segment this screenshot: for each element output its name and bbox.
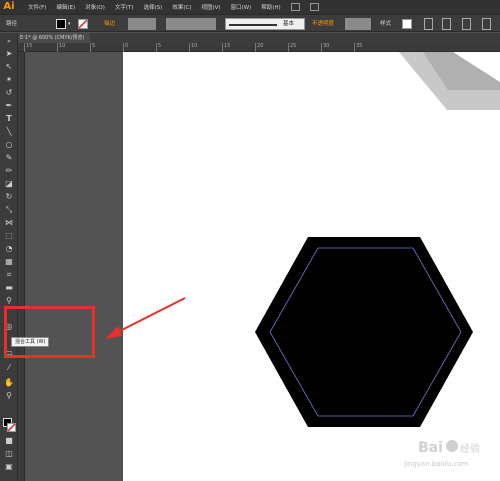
- control-bar: 路径 ▾ 描边 基本 不透明度 样式: [0, 14, 500, 32]
- ellipse-tool-icon[interactable]: ○: [4, 140, 14, 149]
- arrange-documents-icon[interactable]: [309, 3, 319, 11]
- rotate-tool-icon[interactable]: ↻: [4, 192, 14, 201]
- watermark-url: jingyan.baidu.com: [403, 460, 469, 468]
- pen-tool-icon[interactable]: ✒: [4, 101, 14, 110]
- artboard[interactable]: [123, 52, 500, 481]
- type-tool-icon[interactable]: T: [4, 114, 14, 123]
- artwork-canvas: [255, 52, 500, 427]
- pasteboard[interactable]: [25, 52, 123, 481]
- scale-tool-icon[interactable]: ⤡: [4, 205, 14, 214]
- brush-definition-select[interactable]: 基本: [225, 18, 305, 30]
- screen-mode-icon[interactable]: ▣: [4, 462, 14, 471]
- ruler-tick: 15: [222, 43, 230, 52]
- style-label: 样式: [380, 21, 392, 27]
- ruler-tick: 0: [123, 43, 128, 52]
- transform-icon[interactable]: [462, 18, 471, 30]
- graphic-style-swatch[interactable]: [402, 19, 412, 29]
- selection-type-label: 路径: [6, 21, 18, 27]
- menu-edit[interactable]: 编辑(E): [56, 3, 75, 11]
- menu-type[interactable]: 文字(T): [115, 3, 134, 11]
- svg-text:Bai: Bai: [418, 440, 443, 456]
- horizontal-ruler[interactable]: 15 10 5 0 5 10 15 20 25 30 35: [18, 43, 500, 52]
- pencil-tool-icon[interactable]: ✏: [4, 166, 14, 175]
- document-tab[interactable]: E-1* @ 600% (CMYK/预览): [18, 33, 91, 43]
- hand-tool-icon[interactable]: ✋: [4, 378, 14, 387]
- free-transform-tool-icon[interactable]: ⬚: [4, 231, 14, 240]
- draw-mode-icon[interactable]: ◫: [4, 449, 14, 458]
- menu-view[interactable]: 视图(V): [201, 3, 220, 11]
- line-segment-tool-icon[interactable]: ╲: [4, 127, 14, 136]
- watermark-logo: Bai 经验 jingyan.baidu.com: [403, 440, 480, 468]
- ruler-tick: 5: [90, 43, 95, 52]
- stroke-line-preview: [229, 24, 277, 26]
- slice-tool-icon[interactable]: ⁄: [4, 363, 14, 372]
- ruler-tick: 15: [24, 43, 32, 52]
- bridge-icon[interactable]: [290, 3, 300, 11]
- menu-select[interactable]: 选择(S): [144, 3, 163, 11]
- none-slash-icon: [78, 19, 88, 29]
- direct-selection-tool-icon[interactable]: ↖: [4, 62, 14, 71]
- menu-help[interactable]: 帮助(H): [261, 3, 280, 11]
- align-icon[interactable]: [442, 18, 451, 30]
- selection-tool-icon[interactable]: ➤: [4, 49, 14, 58]
- magic-wand-tool-icon[interactable]: ✶: [4, 75, 14, 84]
- recolor-artwork-icon[interactable]: [424, 18, 433, 30]
- ruler-tick: 10: [57, 43, 65, 52]
- eraser-tool-icon[interactable]: ◪: [4, 179, 14, 188]
- none-slash-icon: [7, 423, 16, 432]
- hexagon-shape[interactable]: [255, 237, 473, 427]
- ruler-tick: 10: [189, 43, 197, 52]
- panel-collapse-icon[interactable]: »: [4, 37, 14, 46]
- paintbrush-tool-icon[interactable]: ✎: [4, 153, 14, 162]
- svg-text:经验: 经验: [460, 442, 480, 455]
- menu-effect[interactable]: 效果(C): [172, 3, 191, 11]
- color-mode-icon[interactable]: ■: [4, 436, 14, 445]
- ruler-tick: 30: [321, 43, 329, 52]
- brush-definition-label: 基本: [283, 21, 295, 27]
- highlight-box: [4, 306, 95, 358]
- opacity-field[interactable]: [345, 18, 371, 30]
- menu-object[interactable]: 对象(O): [85, 3, 105, 11]
- panel-menu-icon[interactable]: [482, 18, 491, 30]
- opacity-label[interactable]: 不透明度: [312, 18, 334, 30]
- vertical-ruler[interactable]: [18, 52, 25, 481]
- menu-window[interactable]: 窗口(W): [231, 3, 252, 11]
- shape-builder-tool-icon[interactable]: ◔: [4, 244, 14, 253]
- ruler-tick: 25: [288, 43, 296, 52]
- width-tool-icon[interactable]: ⋈: [4, 218, 14, 227]
- ruler-tick: 5: [156, 43, 161, 52]
- stroke-swatch[interactable]: [78, 19, 88, 29]
- app-logo: Ai: [3, 1, 15, 12]
- stroke-color-swatch[interactable]: [7, 423, 16, 432]
- mesh-tool-icon[interactable]: ⌗: [4, 270, 14, 279]
- menu-file[interactable]: 文件(F): [28, 3, 46, 11]
- tools-panel: » ➤ ↖ ✶ ↺ ✒ T ╲ ○ ✎ ✏ ◪ ↻ ⤡ ⋈ ⬚ ◔ ▦ ⌗ ▬ …: [0, 33, 18, 481]
- lasso-tool-icon[interactable]: ↺: [4, 88, 14, 97]
- stroke-label[interactable]: 描边: [104, 18, 115, 30]
- eyedropper-tool-icon[interactable]: ⚲: [4, 296, 14, 305]
- zoom-tool-icon[interactable]: ⚲: [4, 391, 14, 400]
- document-tab-bar: E-1* @ 600% (CMYK/预览): [18, 33, 500, 43]
- menu-bar: Ai 文件(F) 编辑(E) 对象(O) 文字(T) 选择(S) 效果(C) 视…: [0, 0, 500, 14]
- fill-dropdown-icon[interactable]: ▾: [68, 18, 73, 30]
- stroke-weight-field[interactable]: [128, 18, 156, 30]
- ruler-tick: 35: [354, 43, 362, 52]
- variable-width-select[interactable]: [166, 18, 216, 30]
- perspective-grid-tool-icon[interactable]: ▦: [4, 257, 14, 266]
- fill-swatch[interactable]: [56, 19, 66, 29]
- gradient-tool-icon[interactable]: ▬: [4, 283, 14, 292]
- ruler-tick: 20: [255, 43, 263, 52]
